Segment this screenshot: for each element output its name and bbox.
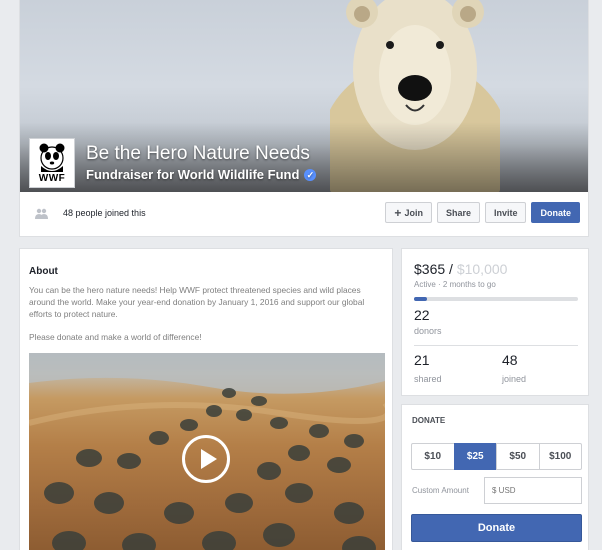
video-player[interactable] <box>29 353 385 550</box>
goal-amount: $10,000 <box>456 261 508 277</box>
people-icon <box>35 208 48 219</box>
beneficiary-link[interactable]: Fundraiser for World Wildlife Fund <box>86 167 299 182</box>
donate-header-button[interactable]: Donate <box>531 202 580 223</box>
donate-heading: DONATE <box>412 416 446 425</box>
amount-option-25[interactable]: $25 <box>453 443 497 470</box>
fundraiser-title: Be the Hero Nature Needs <box>86 143 310 164</box>
amount-options: $10 $25 $50 $100 <box>411 443 582 470</box>
header-actions: + Join Share Invite Donate <box>385 202 580 223</box>
about-title: About <box>29 266 58 277</box>
donate-button[interactable]: Donate <box>411 514 582 542</box>
donors-label: donors <box>414 326 442 336</box>
fundraiser-header: WWF Be the Hero Nature Needs Fundraiser … <box>19 0 589 237</box>
amount-separator: / <box>445 261 457 277</box>
joined-label: joined <box>502 374 527 384</box>
fundraiser-progress-card: $365 / $10,000 Active · 2 months to go 2… <box>401 248 589 396</box>
join-button-label: Join <box>404 207 423 218</box>
joined-count[interactable]: 48 <box>502 352 518 368</box>
wwf-logo[interactable]: WWF <box>29 138 75 188</box>
header-action-bar: 48 people joined this + Join Share Invit… <box>20 192 588 236</box>
raised-amount: $365 <box>414 261 446 277</box>
joined-count-text[interactable]: 48 people joined this <box>63 208 146 218</box>
fundraiser-subtitle[interactable]: Fundraiser for World Wildlife Fund ✓ <box>86 167 317 182</box>
donate-card: DONATE $10 $25 $50 $100 Custom Amount Do… <box>401 404 589 550</box>
amount-raised: $365 / $10,000 <box>414 261 507 277</box>
amount-option-10[interactable]: $10 <box>411 443 455 470</box>
donors-count[interactable]: 22 <box>414 307 430 323</box>
share-button[interactable]: Share <box>436 202 480 223</box>
custom-amount-input[interactable] <box>484 477 582 504</box>
amount-option-100[interactable]: $100 <box>538 443 582 470</box>
play-button-icon[interactable] <box>182 435 230 483</box>
about-callout: Please donate and make a world of differ… <box>29 332 202 342</box>
join-button[interactable]: + Join <box>385 202 432 223</box>
about-card: About You can be the hero nature needs! … <box>19 248 393 550</box>
stats-divider <box>414 345 578 346</box>
verified-badge-icon: ✓ <box>304 168 317 181</box>
progress-bar <box>414 297 578 301</box>
progress-bar-fill <box>414 297 428 301</box>
plus-icon: + <box>394 205 402 220</box>
shared-count[interactable]: 21 <box>414 352 430 368</box>
amount-option-50[interactable]: $50 <box>496 443 540 470</box>
fundraiser-status: Active · 2 months to go <box>414 280 496 289</box>
panda-icon <box>39 143 65 172</box>
wwf-logo-text: WWF <box>38 173 66 184</box>
shared-label: shared <box>414 374 442 384</box>
invite-button[interactable]: Invite <box>484 202 527 223</box>
about-description: You can be the hero nature needs! Help W… <box>29 285 365 319</box>
custom-amount-label: Custom Amount <box>412 486 469 495</box>
